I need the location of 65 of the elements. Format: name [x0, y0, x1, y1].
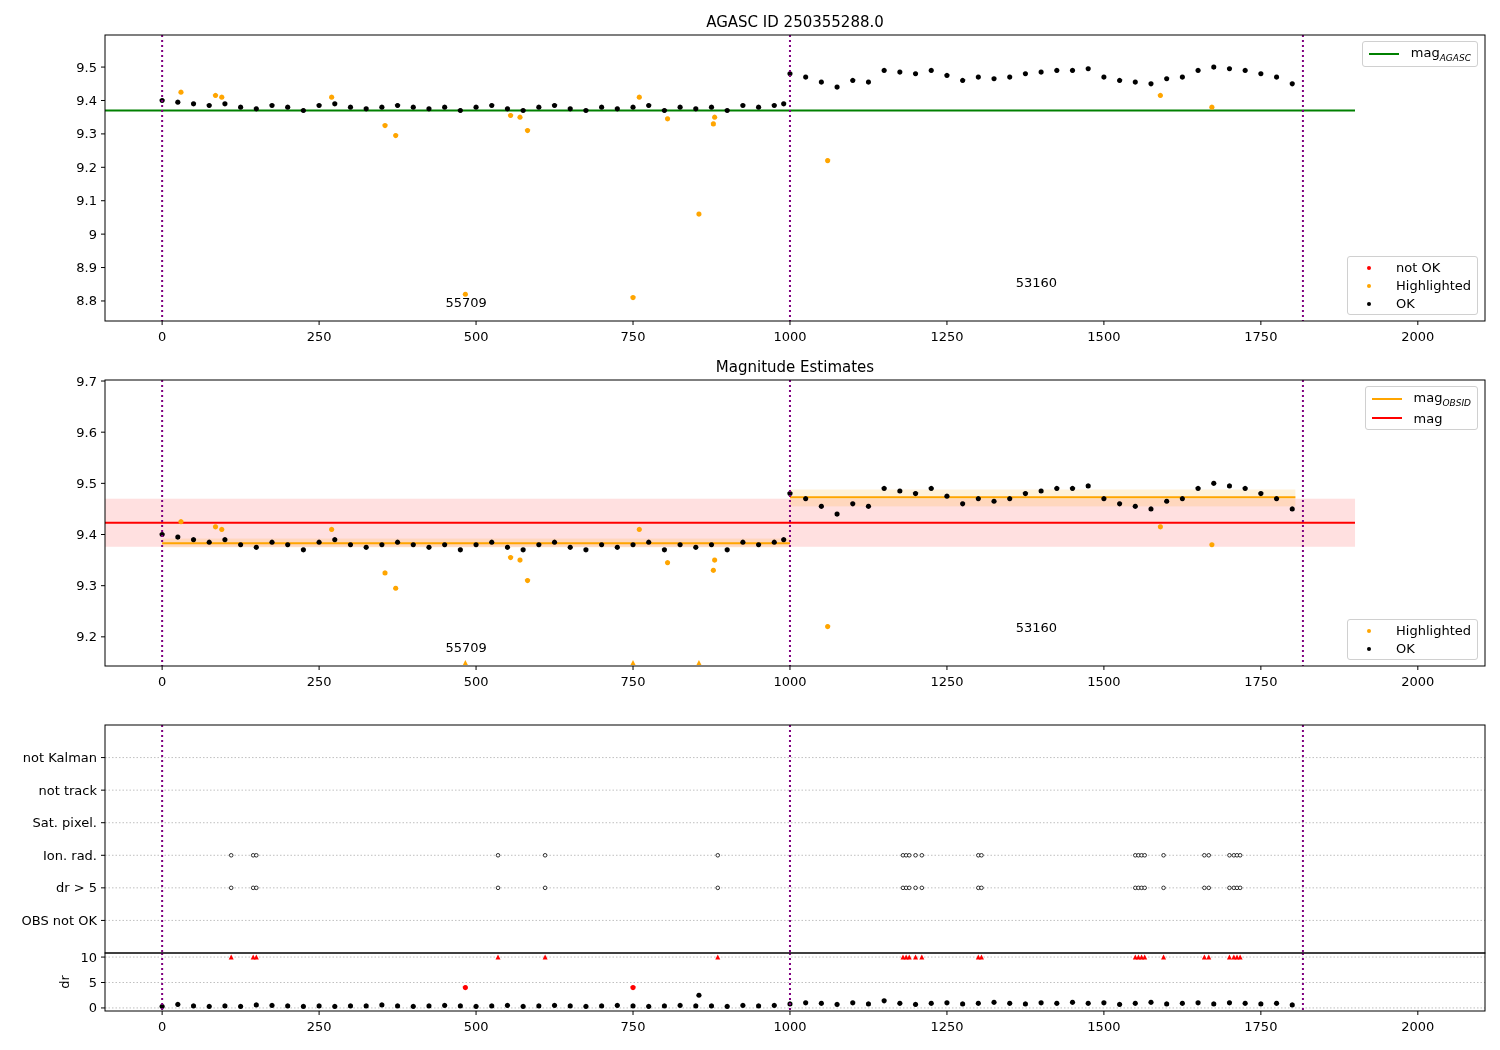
tick-label: 5	[88, 975, 97, 990]
tick-label: 9.7	[76, 373, 97, 389]
tick-label: 1750	[1244, 674, 1278, 689]
tick-label: 9.4	[76, 93, 97, 108]
tick-label: 9.3	[76, 126, 97, 142]
tick-label: 9.2	[76, 159, 97, 175]
tick-label: 2000	[1401, 674, 1435, 689]
tick-label: 1000	[773, 329, 807, 344]
legend-label: OK	[1396, 641, 1415, 656]
tick-label: 500	[463, 1019, 489, 1034]
flag-label: OBS not OK	[21, 912, 97, 928]
tick-label: 1750	[1244, 329, 1278, 344]
legend-label: Highlighted	[1396, 278, 1471, 293]
tick-label: 1500	[1087, 674, 1121, 689]
tick-label: 10	[80, 949, 97, 965]
tick-label: 750	[620, 674, 646, 689]
tick-label: 9	[88, 226, 97, 242]
tick-label: 500	[463, 674, 489, 689]
legend-label: mag$_{OBSID}$	[1413, 390, 1471, 408]
tick-label: 9.1	[76, 193, 97, 209]
tick-label: 500	[463, 329, 489, 344]
tick-label: 0	[158, 329, 167, 344]
axis-label: dr	[57, 975, 72, 989]
tick-label: 2000	[1401, 1019, 1435, 1034]
tick-label: 1250	[930, 329, 964, 344]
tick-label: 0	[88, 1000, 97, 1016]
tick-label: 9.4	[76, 527, 97, 542]
tick-label: 1750	[1244, 1019, 1278, 1034]
tick-label: 9.6	[76, 424, 97, 440]
tick-label: 9.5	[76, 59, 97, 75]
tick-label: 8.9	[76, 260, 97, 276]
legend-label: mag$_{AGASC}$	[1410, 45, 1471, 63]
tick-label: 750	[620, 1019, 646, 1034]
tick-label: 1500	[1087, 329, 1121, 344]
chart-title: Magnitude Estimates	[715, 358, 875, 376]
flag-label: not track	[38, 782, 97, 798]
tick-label: 250	[306, 329, 332, 344]
tick-label: 1000	[773, 674, 807, 689]
tick-label: 0	[158, 674, 167, 689]
tick-label: 1000	[773, 1019, 807, 1034]
tick-label: 9.2	[76, 629, 97, 645]
tick-label: 250	[306, 1019, 332, 1034]
tick-label: 250	[306, 674, 332, 689]
flag-label: Sat. pixel.	[32, 815, 97, 831]
annotation-label: 53160	[1015, 620, 1058, 635]
legend-label: not OK	[1396, 260, 1441, 275]
tick-label: 750	[620, 329, 646, 344]
tick-label: 9.5	[76, 475, 97, 491]
tick-label: 1250	[930, 1019, 964, 1034]
tick-label: 9.3	[76, 578, 97, 594]
legend-label: Highlighted	[1396, 623, 1471, 638]
chart-title: AGASC ID 250355288.0	[706, 13, 884, 31]
flag-label: dr > 5	[55, 880, 97, 896]
tick-label: 1500	[1087, 1019, 1121, 1034]
legend-label: OK	[1396, 296, 1415, 311]
annotation-label: 55709	[445, 295, 487, 310]
annotation-label: 55709	[445, 640, 487, 655]
tick-label: 1250	[930, 674, 964, 689]
flag-label: not Kalman	[22, 750, 97, 766]
tick-label: 0	[158, 1019, 167, 1034]
annotation-label: 53160	[1015, 275, 1058, 290]
legend-label: mag	[1413, 410, 1443, 426]
tick-label: 2000	[1401, 329, 1435, 344]
tick-label: 8.8	[76, 293, 97, 309]
flag-label: Ion. rad.	[43, 847, 97, 863]
